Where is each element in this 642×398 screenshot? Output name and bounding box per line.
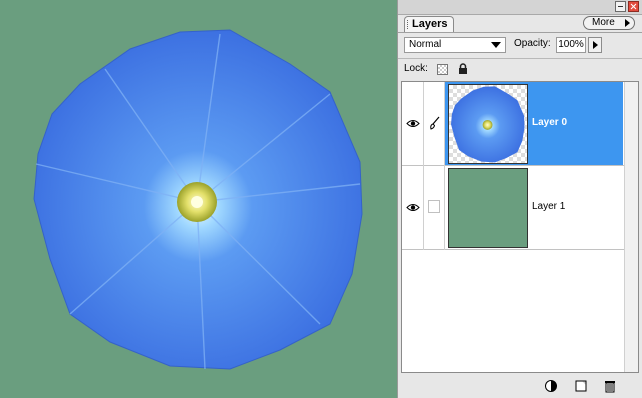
flower-image bbox=[33, 29, 363, 370]
more-button-label: More bbox=[592, 17, 615, 28]
minimize-button[interactable] bbox=[615, 1, 626, 12]
lock-label: Lock: bbox=[404, 63, 428, 74]
layer-name[interactable]: Layer 1 bbox=[532, 201, 565, 212]
layers-list: Layer 0 Layer 1 bbox=[401, 81, 639, 373]
layer-row-0[interactable]: Layer 0 bbox=[402, 82, 638, 166]
document-canvas[interactable] bbox=[0, 0, 397, 398]
flower-thumbnail-icon bbox=[451, 86, 525, 163]
lock-transparency-icon[interactable] bbox=[437, 64, 448, 75]
triangle-right-icon bbox=[625, 19, 630, 27]
divider bbox=[398, 58, 642, 59]
blend-mode-select[interactable]: Normal bbox=[404, 37, 506, 53]
tab-layers[interactable]: Layers bbox=[404, 16, 454, 32]
visibility-cell[interactable] bbox=[402, 166, 424, 250]
paintbrush-icon bbox=[430, 116, 440, 130]
eye-icon[interactable] bbox=[406, 119, 420, 128]
link-cell[interactable] bbox=[424, 82, 445, 166]
tab-layers-label: Layers bbox=[412, 18, 448, 30]
opacity-slider-button[interactable] bbox=[588, 37, 602, 53]
layer-name[interactable]: Layer 0 bbox=[532, 117, 567, 128]
palette-tab-row: Layers More bbox=[398, 15, 642, 33]
link-cell[interactable] bbox=[424, 166, 445, 250]
opacity-label: Opacity: bbox=[514, 38, 551, 49]
blend-mode-value: Normal bbox=[409, 39, 442, 50]
palette-titlebar[interactable] bbox=[398, 0, 642, 15]
layer-thumbnail bbox=[448, 84, 528, 164]
layer-row-1[interactable]: Layer 1 bbox=[402, 166, 638, 250]
more-button[interactable]: More bbox=[583, 16, 635, 30]
lock-all-icon[interactable] bbox=[457, 63, 469, 75]
chevron-down-icon bbox=[491, 42, 501, 48]
layer-thumbnail bbox=[448, 168, 528, 248]
tab-grip-icon bbox=[407, 20, 410, 29]
eye-icon[interactable] bbox=[406, 203, 420, 212]
palette-bottom-bar bbox=[398, 376, 642, 398]
opacity-input[interactable]: 100% bbox=[556, 37, 586, 53]
trash-icon[interactable] bbox=[603, 379, 617, 393]
layers-scrollbar[interactable] bbox=[624, 82, 638, 372]
new-fill-adjustment-icon[interactable] bbox=[544, 379, 558, 393]
close-button[interactable] bbox=[628, 1, 639, 12]
visibility-cell[interactable] bbox=[402, 82, 424, 166]
layers-palette: Layers More Normal Opacity: 100% Lock: L… bbox=[397, 0, 642, 398]
empty-link-box bbox=[428, 200, 440, 213]
new-layer-icon[interactable] bbox=[574, 379, 588, 393]
